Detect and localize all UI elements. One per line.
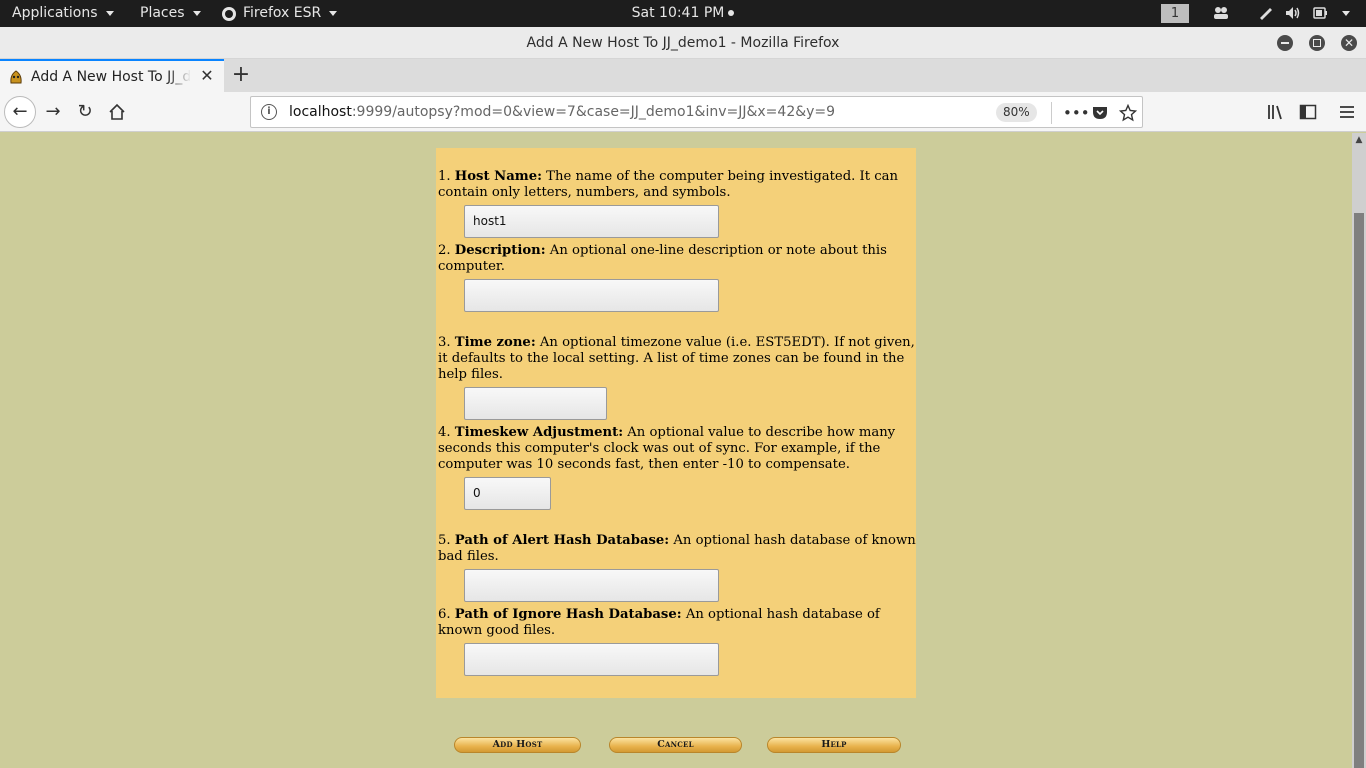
host-name-description: 1. Host Name: The name of the computer b… bbox=[438, 169, 916, 201]
firefox-icon bbox=[222, 6, 236, 21]
reload-button[interactable]: ↻ bbox=[73, 100, 97, 124]
alert-hash-db-input[interactable] bbox=[464, 569, 719, 602]
places-menu[interactable]: Places bbox=[140, 0, 201, 27]
close-icon: ✕ bbox=[1343, 36, 1355, 50]
scroll-up-arrow-icon[interactable]: ▲ bbox=[1352, 133, 1366, 147]
item-number: 3. bbox=[438, 335, 451, 350]
ignore-hash-db-input[interactable] bbox=[464, 643, 719, 676]
chevron-down-icon bbox=[329, 11, 338, 16]
timezone-input[interactable] bbox=[464, 387, 607, 420]
close-window-button[interactable]: ✕ bbox=[1341, 35, 1357, 51]
places-menu-label: Places bbox=[140, 5, 185, 21]
alert-hash-description: 5. Path of Alert Hash Database: An optio… bbox=[438, 533, 916, 565]
chevron-down-icon bbox=[192, 11, 201, 16]
home-button[interactable] bbox=[105, 100, 129, 124]
item-number: 4. bbox=[438, 425, 451, 440]
timeskew-label: Timeskew Adjustment: bbox=[454, 425, 624, 440]
battery-icon[interactable] bbox=[1313, 6, 1329, 20]
url-path: :9999/autopsy?mod=0&view=7&case=JJ_demo1… bbox=[351, 104, 836, 120]
description-input[interactable] bbox=[464, 279, 719, 312]
hamburger-menu-icon[interactable] bbox=[1338, 103, 1356, 121]
window-title-bar: Add A New Host To JJ_demo1 - Mozilla Fir… bbox=[0, 27, 1366, 59]
timezone-label: Time zone: bbox=[454, 335, 536, 350]
pen-icon[interactable] bbox=[1258, 6, 1274, 20]
library-icon[interactable] bbox=[1267, 103, 1285, 121]
timeskew-input[interactable]: 0 bbox=[464, 477, 551, 510]
zoom-level-badge[interactable]: 80% bbox=[996, 103, 1037, 122]
arrow-left-icon: ← bbox=[12, 101, 28, 122]
host-name-label: Host Name: bbox=[454, 169, 542, 184]
new-tab-button[interactable]: + bbox=[230, 63, 252, 87]
help-button[interactable]: Help bbox=[767, 737, 901, 753]
site-info-icon[interactable]: i bbox=[261, 104, 277, 120]
chevron-down-icon bbox=[105, 11, 114, 16]
description-description: 2. Description: An optional one-line des… bbox=[438, 243, 916, 275]
navigation-toolbar: ← → ↻ i localhost:9999/autopsy?mod=0&vie… bbox=[0, 92, 1366, 132]
applications-menu[interactable]: Applications bbox=[12, 0, 114, 27]
url-separator bbox=[1051, 102, 1052, 124]
autopsy-favicon-icon bbox=[10, 69, 22, 83]
minimize-icon bbox=[1281, 42, 1289, 44]
url-host: localhost bbox=[289, 104, 352, 120]
applications-menu-label: Applications bbox=[12, 5, 98, 21]
ignore-hash-label: Path of Ignore Hash Database: bbox=[454, 607, 682, 622]
maximize-icon bbox=[1313, 39, 1321, 47]
firefox-app-menu-label: Firefox ESR bbox=[243, 5, 322, 21]
page-actions-icon[interactable]: ••• bbox=[1063, 104, 1090, 122]
sidebar-toggle-icon[interactable] bbox=[1299, 103, 1317, 121]
item-number: 2. bbox=[438, 243, 451, 258]
item-number: 1. bbox=[438, 169, 451, 184]
add-host-form: 1. Host Name: The name of the computer b… bbox=[436, 148, 916, 698]
back-button[interactable]: ← bbox=[4, 96, 36, 128]
add-host-button[interactable]: Add Host bbox=[454, 737, 581, 753]
home-icon bbox=[109, 103, 125, 120]
system-top-bar: Applications Places Firefox ESR Sat 10:4… bbox=[0, 0, 1366, 27]
window-title: Add A New Host To JJ_demo1 - Mozilla Fir… bbox=[526, 35, 840, 51]
volume-icon[interactable] bbox=[1285, 6, 1301, 20]
item-number: 5. bbox=[438, 533, 451, 548]
close-tab-icon[interactable]: ✕ bbox=[200, 68, 214, 84]
timezone-description: 3. Time zone: An optional timezone value… bbox=[438, 335, 916, 383]
tab-title: Add A New Host To JJ_demo1 bbox=[31, 68, 191, 85]
url-text[interactable]: localhost:9999/autopsy?mod=0&view=7&case… bbox=[289, 104, 835, 120]
forward-button[interactable]: → bbox=[41, 100, 65, 124]
minimize-button[interactable] bbox=[1277, 35, 1293, 51]
tab-active[interactable]: Add A New Host To JJ_demo1 ✕ bbox=[0, 59, 224, 92]
item-number: 6. bbox=[438, 607, 451, 622]
clock[interactable]: Sat 10:41 PM bbox=[632, 5, 735, 21]
bookmark-star-icon[interactable] bbox=[1119, 104, 1137, 122]
host-name-input[interactable]: host1 bbox=[464, 205, 719, 238]
cancel-button[interactable]: Cancel bbox=[609, 737, 742, 753]
ignore-hash-description: 6. Path of Ignore Hash Database: An opti… bbox=[438, 607, 916, 639]
workspace-indicator[interactable]: 1 bbox=[1161, 4, 1189, 23]
reload-icon: ↻ bbox=[77, 101, 93, 122]
scrollbar-thumb[interactable] bbox=[1354, 213, 1364, 768]
url-bar[interactable]: i localhost:9999/autopsy?mod=0&view=7&ca… bbox=[250, 96, 1143, 128]
notification-dot-icon bbox=[728, 10, 735, 16]
alert-hash-label: Path of Alert Hash Database: bbox=[454, 533, 670, 548]
maximize-button[interactable] bbox=[1309, 35, 1325, 51]
pocket-icon[interactable] bbox=[1091, 104, 1109, 122]
arrow-right-icon: → bbox=[45, 101, 61, 122]
description-label: Description: bbox=[454, 243, 546, 258]
timeskew-description: 4. Timeskew Adjustment: An optional valu… bbox=[438, 425, 916, 473]
firefox-app-menu[interactable]: Firefox ESR bbox=[221, 0, 338, 27]
page-content: 1. Host Name: The name of the computer b… bbox=[0, 133, 1352, 768]
people-icon[interactable] bbox=[1213, 6, 1229, 20]
system-menu-chevron-icon[interactable] bbox=[1342, 11, 1350, 16]
clock-text: Sat 10:41 PM bbox=[631, 5, 725, 21]
tab-strip: Add A New Host To JJ_demo1 ✕ + bbox=[0, 59, 1366, 92]
